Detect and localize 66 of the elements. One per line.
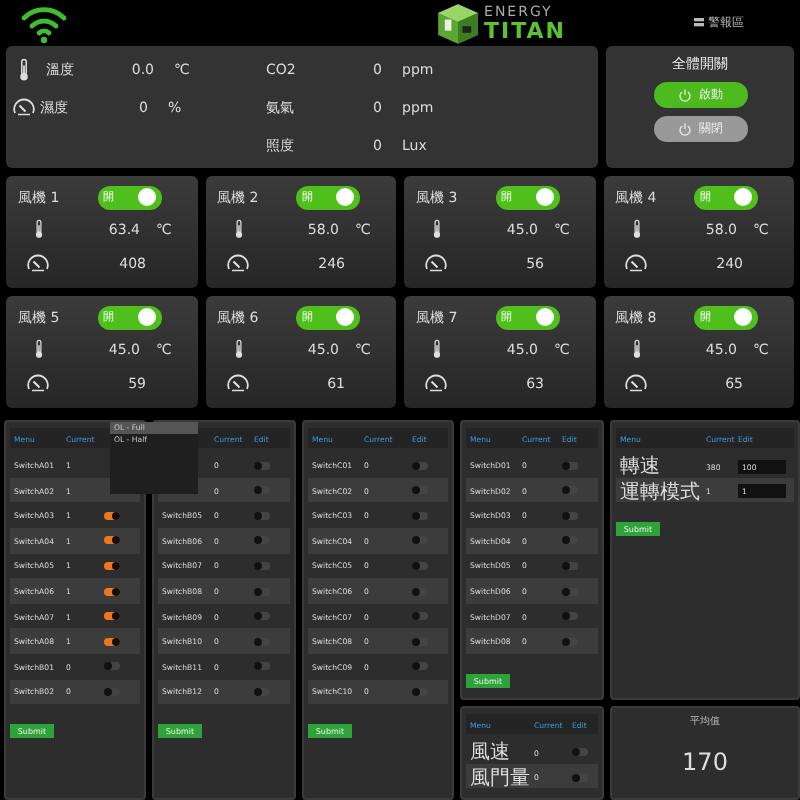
toggle-switch[interactable] xyxy=(104,511,120,520)
cube-logo-icon xyxy=(436,1,481,46)
toggle-switch[interactable] xyxy=(412,561,428,570)
table-cell: 轉速 xyxy=(620,456,660,479)
toggle-switch[interactable] xyxy=(104,637,120,646)
thermometer-icon xyxy=(233,218,243,241)
gauge-icon xyxy=(424,254,448,273)
gauge-icon xyxy=(225,374,249,393)
toggle-switch[interactable] xyxy=(412,687,428,696)
thermometer-icon xyxy=(631,338,641,361)
toggle-switch[interactable] xyxy=(254,687,270,696)
toggle-switch[interactable] xyxy=(104,536,120,545)
thermometer-icon xyxy=(34,338,44,361)
gauge-icon xyxy=(623,374,647,393)
toggle-switch[interactable] xyxy=(562,612,578,621)
toggle-switch[interactable] xyxy=(254,587,270,596)
toggle-switch[interactable] xyxy=(562,561,578,570)
toggle-switch[interactable] xyxy=(562,511,578,520)
thermometer-icon xyxy=(631,218,641,241)
thermometer-icon xyxy=(233,338,243,361)
menu-icon xyxy=(694,18,704,29)
table-cell: 運轉模式 xyxy=(620,481,700,504)
table-cell: 風門量 xyxy=(470,767,530,790)
toggle-switch[interactable] xyxy=(104,687,120,696)
gauge-icon xyxy=(424,374,448,393)
toggle-switch[interactable] xyxy=(412,511,428,520)
toggle-switch[interactable] xyxy=(104,612,120,621)
toggle-switch[interactable] xyxy=(254,536,270,545)
toggle-switch[interactable] xyxy=(562,587,578,596)
table-cell: 風速 xyxy=(470,742,510,764)
power-icon xyxy=(677,122,691,137)
thermometer-icon xyxy=(18,57,30,82)
toggle-switch[interactable] xyxy=(412,461,428,470)
toggle-switch[interactable] xyxy=(572,773,588,782)
toggle-switch[interactable] xyxy=(562,536,578,545)
reading-value: 170 xyxy=(680,748,730,776)
toggle-switch[interactable] xyxy=(562,637,578,646)
toggle-switch[interactable] xyxy=(254,486,270,495)
toggle-switch[interactable] xyxy=(104,561,120,570)
gauge-icon xyxy=(12,98,36,117)
toggle-switch[interactable] xyxy=(412,486,428,495)
toggle-switch[interactable] xyxy=(412,587,428,596)
gauge-icon xyxy=(623,254,647,273)
gauge-icon xyxy=(26,254,50,273)
toggle-switch[interactable] xyxy=(412,637,428,646)
toggle-switch[interactable] xyxy=(412,662,428,671)
toggle-switch[interactable] xyxy=(254,612,270,621)
toggle-switch[interactable] xyxy=(254,662,270,671)
toggle-switch[interactable] xyxy=(254,511,270,520)
toggle-switch[interactable] xyxy=(254,637,270,646)
toggle-switch[interactable] xyxy=(562,461,578,470)
toggle-switch[interactable] xyxy=(254,461,270,470)
thermometer-icon xyxy=(34,218,44,241)
wifi-icon xyxy=(20,3,68,44)
toggle-switch[interactable] xyxy=(562,486,578,495)
thermometer-icon xyxy=(432,338,442,361)
logo-wordmark: TITAN xyxy=(484,19,566,42)
power-icon xyxy=(677,88,691,103)
toggle-switch[interactable] xyxy=(254,561,270,570)
gauge-icon xyxy=(225,254,249,273)
toggle-switch[interactable] xyxy=(104,587,120,596)
toggle-switch[interactable] xyxy=(412,612,428,621)
gauge-icon xyxy=(26,374,50,393)
toggle-switch[interactable] xyxy=(104,662,120,671)
toggle-switch[interactable] xyxy=(412,536,428,545)
thermometer-icon xyxy=(432,218,442,241)
